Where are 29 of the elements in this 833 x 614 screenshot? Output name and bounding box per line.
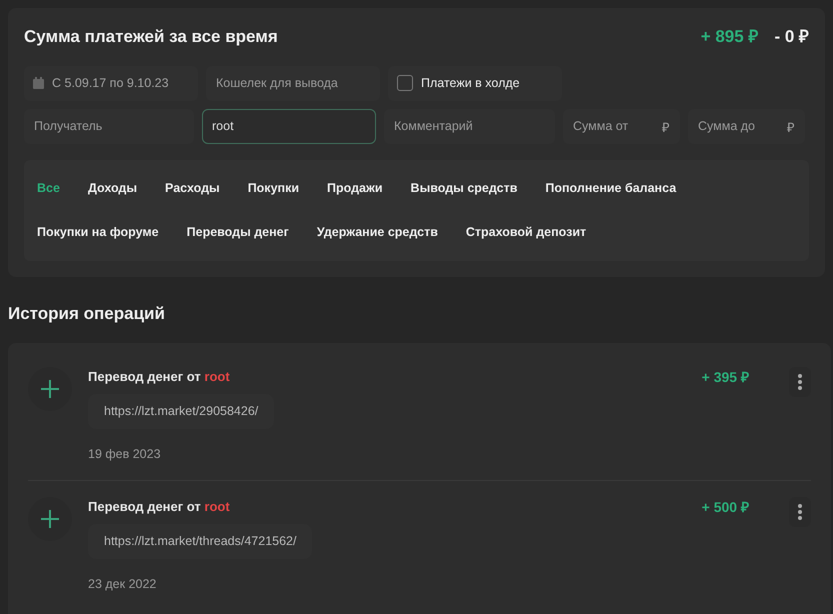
filter-tab[interactable]: Покупки [248, 166, 300, 210]
calendar-icon [33, 77, 44, 89]
operation-date: 23 дек 2022 [88, 576, 158, 593]
summary-title: Сумма платежей за все время [24, 26, 278, 48]
filter-tab[interactable]: Удержание средств [316, 210, 438, 255]
filter-tab[interactable]: Покупки на форуме [37, 210, 159, 255]
operation-amount: + 395 ₽ [702, 368, 749, 386]
history-title: История операций [8, 303, 166, 325]
more-icon [798, 504, 802, 520]
filter-tab[interactable]: Выводы средств [410, 166, 518, 210]
plus-icon [41, 380, 59, 398]
filter-tab[interactable]: Доходы [88, 166, 138, 210]
expense-total: - 0 ₽ [774, 26, 809, 48]
operation-title: Перевод денег от [88, 498, 201, 514]
filter-tab[interactable]: Все [37, 166, 60, 210]
plus-icon [41, 510, 59, 528]
more-icon [798, 374, 802, 390]
filter-tab[interactable]: Расходы [165, 166, 220, 210]
filter-tab[interactable]: Пополнение баланса [545, 166, 676, 210]
currency-sign: ₽ [787, 118, 795, 136]
filter-tab[interactable]: Продажи [327, 166, 383, 210]
operation-amount: + 500 ₽ [702, 498, 749, 516]
filter-tab[interactable]: Переводы денег [186, 210, 289, 255]
operation-title: Перевод денег от [88, 368, 201, 384]
currency-sign: ₽ [662, 118, 670, 136]
filter-tab[interactable]: Страховой депозит [466, 210, 586, 255]
operation-date: 19 фев 2023 [88, 446, 162, 463]
user-field[interactable]: root [202, 108, 376, 144]
income-total: + 895 ₽ [700, 26, 758, 48]
